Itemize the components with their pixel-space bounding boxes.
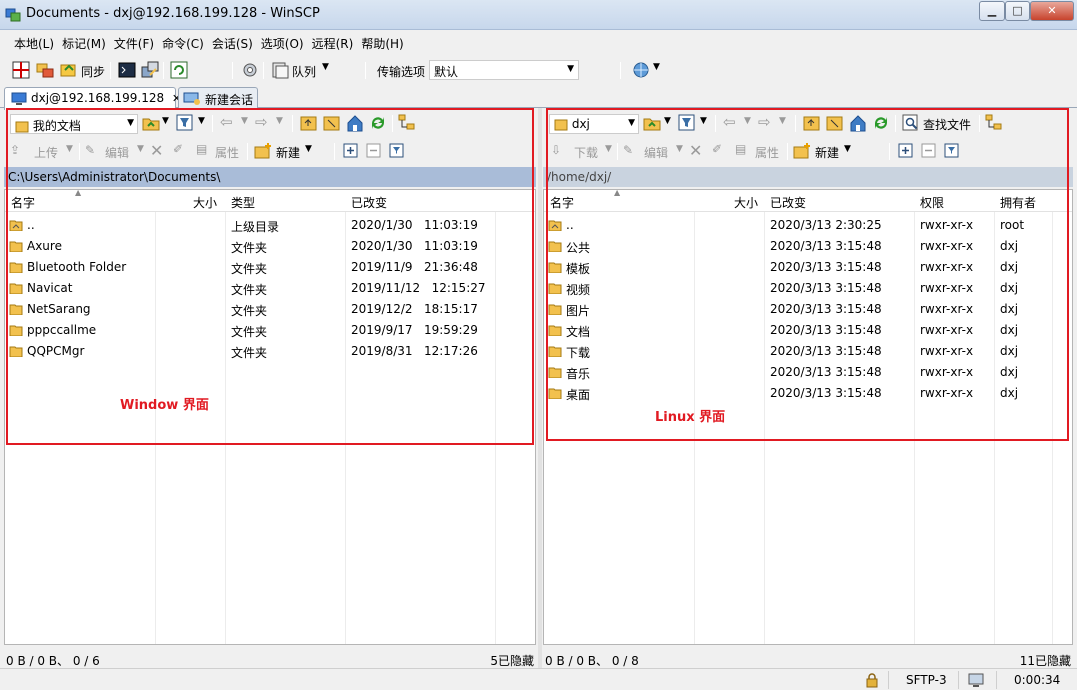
window-title: Documents - dxj@192.168.199.128 - WinSCP <box>26 6 320 21</box>
globe-dropdown-arrow-icon[interactable]: ▼ <box>653 62 660 72</box>
menu-remote[interactable]: 远程(R) <box>308 32 358 52</box>
sync-browsing-icon[interactable] <box>36 61 54 79</box>
bottom-status-bar: SFTP-3 0:00:34 <box>0 668 1077 690</box>
putty-icon[interactable] <box>141 61 159 79</box>
winscp-app-icon <box>5 8 21 22</box>
minimize-button[interactable]: ▁ <box>979 1 1005 21</box>
new-session-icon <box>183 92 200 105</box>
transfer-options-value: 默认 <box>434 65 459 79</box>
right-highlight-box <box>546 108 1069 441</box>
tab-session-dxj[interactable]: dxj@192.168.199.128 ✕ <box>4 87 181 110</box>
chevron-down-icon: ▼ <box>567 64 574 74</box>
left-status-hidden: 5已隐藏 <box>490 654 534 668</box>
menu-mark[interactable]: 标记(M) <box>58 32 110 52</box>
computer-icon <box>11 92 27 105</box>
right-status-hidden: 11已隐藏 <box>1019 654 1071 668</box>
menu-command[interactable]: 命令(C) <box>158 32 208 52</box>
compare-dirs-icon[interactable] <box>12 61 30 79</box>
transfer-options-select[interactable]: 默认 ▼ <box>429 60 579 80</box>
menu-local[interactable]: 本地(L) <box>10 32 58 52</box>
transfer-options-label: 传输选项 <box>377 65 426 79</box>
queue-dropdown-arrow-icon[interactable]: ▼ <box>322 62 329 72</box>
refresh-screen-icon[interactable] <box>170 61 188 79</box>
session-tab-bar: dxj@192.168.199.128 ✕ 新建会话 <box>0 86 1077 110</box>
preferences-gear-icon[interactable] <box>241 61 259 79</box>
right-status-selection: 0 B / 0 B、 0 / 8 <box>545 654 639 668</box>
tab-session-label: dxj@192.168.199.128 <box>31 91 165 105</box>
left-status-bar: 0 B / 0 B、 0 / 6 5已隐藏 <box>4 648 536 669</box>
menu-bar: 本地(L) 标记(M) 文件(F) 命令(C) 会话(S) 选项(O) 远程(R) 帮助(H) <box>0 32 1077 54</box>
main-toolbar: 同步 队列 ▼ 传输选项 默认 ▼ ▼ <box>0 57 1077 84</box>
close-button[interactable]: ✕ <box>1030 1 1074 21</box>
tab-new-session-label: 新建会话 <box>205 93 254 107</box>
left-status-selection: 0 B / 0 B、 0 / 6 <box>6 654 100 668</box>
right-status-bar: 0 B / 0 B、 0 / 8 11已隐藏 <box>543 648 1073 669</box>
protocol-label: SFTP-3 <box>906 673 947 687</box>
panel-splitter[interactable] <box>538 108 542 668</box>
synchronize-icon[interactable] <box>60 61 78 79</box>
right-annotation: Linux 界面 <box>655 410 726 425</box>
left-annotation: Window 界面 <box>120 398 209 413</box>
queue-button[interactable]: 队列 <box>292 63 316 80</box>
session-elapsed-time: 0:00:34 <box>1014 673 1061 687</box>
network-globe-icon[interactable] <box>632 61 650 79</box>
menu-help[interactable]: 帮助(H) <box>357 32 407 52</box>
tab-new-session[interactable]: 新建会话 <box>178 87 258 109</box>
maximize-button[interactable]: □ <box>1005 1 1030 21</box>
connection-monitor-icon <box>968 673 984 687</box>
lock-icon <box>866 673 878 688</box>
menu-file[interactable]: 文件(F) <box>110 32 158 52</box>
synchronize-button[interactable]: 同步 <box>81 63 105 80</box>
queue-icon[interactable] <box>271 61 289 79</box>
left-highlight-box <box>6 108 534 445</box>
title-bar: Documents - dxj@192.168.199.128 - WinSCP… <box>0 0 1077 30</box>
console-icon[interactable] <box>118 61 136 79</box>
menu-options[interactable]: 选项(O) <box>257 32 308 52</box>
menu-session[interactable]: 会话(S) <box>208 32 257 52</box>
